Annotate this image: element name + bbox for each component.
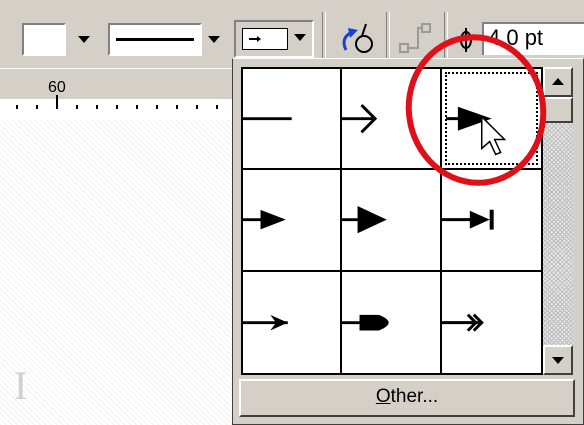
scroll-up-button[interactable] — [543, 67, 573, 97]
vertical-scrollbar[interactable] — [543, 67, 573, 375]
arrow-option-filled-arrow-medium[interactable] — [342, 170, 442, 272]
filled-arrow-medium-icon — [342, 206, 388, 234]
other-button-label: ther... — [390, 386, 439, 407]
ruler-tick — [36, 105, 38, 109]
ruler-tick — [56, 95, 58, 109]
arrow-down-icon — [552, 357, 564, 364]
fill-dropdown-icon[interactable] — [78, 36, 90, 43]
ruler-tick — [176, 105, 178, 109]
rounded-block-arrow-icon — [342, 314, 390, 331]
text-cursor-icon: I — [14, 363, 28, 408]
filled-arrow-small-icon — [243, 210, 286, 230]
no-arrow-icon — [243, 117, 292, 121]
toolbar-separator — [386, 12, 390, 58]
arrow-style-preview — [242, 28, 288, 50]
ruler-tick — [16, 105, 18, 109]
ruler-tick — [116, 105, 118, 109]
line-style-dropdown-icon[interactable] — [208, 36, 220, 43]
double-arrow-icon — [441, 313, 484, 332]
line-style-swatch[interactable] — [108, 23, 202, 56]
scroll-down-button[interactable] — [543, 345, 573, 375]
arrow-preview-icon — [249, 36, 261, 42]
other-arrows-button[interactable]: Other... — [239, 379, 575, 417]
fill-color-swatch[interactable] — [22, 23, 66, 56]
arrow-option-double-arrow[interactable] — [441, 272, 541, 373]
ruler-tick — [156, 105, 158, 109]
open-arrow-bold-icon — [243, 314, 288, 331]
ruler-tick — [136, 105, 138, 109]
arrow-style-button[interactable] — [234, 20, 314, 58]
arrow-option-rounded-block-arrow[interactable] — [342, 271, 442, 373]
arrow-option-arrow-with-bar[interactable] — [441, 170, 541, 272]
ruler-tick — [196, 105, 198, 109]
ruler-tick — [76, 105, 78, 109]
arrow-up-icon — [552, 78, 564, 85]
other-button-mnemonic: O — [375, 386, 391, 407]
line-color-icon[interactable] — [336, 16, 380, 60]
ruler-tick — [96, 105, 98, 109]
arrow-option-no-arrow[interactable] — [243, 69, 343, 171]
scroll-thumb[interactable] — [543, 97, 573, 123]
arrow-option-filled-arrow-small[interactable] — [243, 170, 343, 272]
arrow-with-bar-icon — [441, 210, 494, 230]
toolbar-separator — [322, 12, 326, 58]
arrow-option-open-arrow-bold[interactable] — [243, 271, 343, 373]
arrow-style-dropdown-icon — [294, 34, 306, 41]
ruler-tick — [216, 105, 218, 109]
